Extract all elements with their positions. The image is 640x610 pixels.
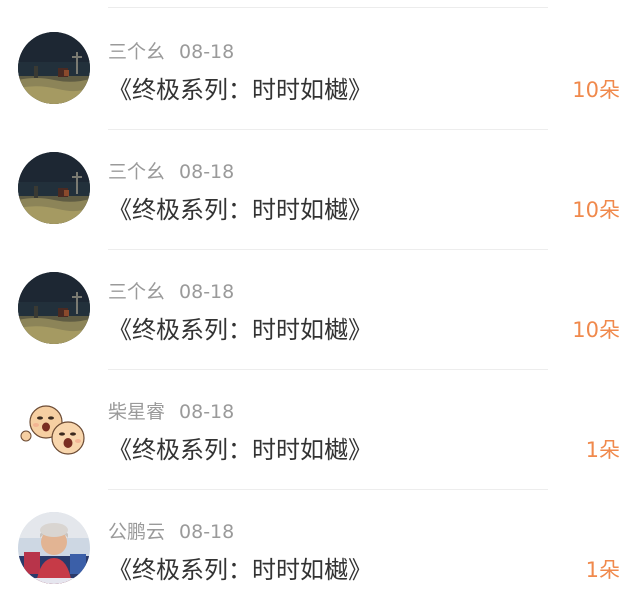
dark-scene-avatar[interactable] <box>18 272 90 344</box>
comment-meta: 公鹏云 08-18 <box>108 518 234 546</box>
username[interactable]: 三个幺 <box>108 41 165 63</box>
comment-date: 08-18 <box>179 521 235 543</box>
comment-date: 08-18 <box>179 401 235 423</box>
username[interactable]: 柴星睿 <box>108 401 165 423</box>
top-divider <box>108 7 548 8</box>
username[interactable]: 三个幺 <box>108 161 165 183</box>
comment-row[interactable]: 公鹏云 08-18 《终极系列：时时如樾》 1朵 <box>0 490 640 610</box>
comment-date: 08-18 <box>179 41 235 63</box>
comment-meta: 三个幺 08-18 <box>108 278 234 306</box>
dark-scene-avatar[interactable] <box>18 152 90 224</box>
comment-meta: 三个幺 08-18 <box>108 38 234 66</box>
comment-text: 《终极系列：时时如樾》 <box>108 556 372 584</box>
comment-list: 三个幺 08-18 《终极系列：时时如樾》 10朵 三个幺 08-18 《终极系… <box>0 10 640 610</box>
cartoon-faces-avatar[interactable] <box>18 392 90 464</box>
flower-count: 1朵 <box>585 438 620 462</box>
dark-scene-avatar[interactable] <box>18 32 90 104</box>
comment-meta: 三个幺 08-18 <box>108 158 234 186</box>
username[interactable]: 三个幺 <box>108 281 165 303</box>
comment-date: 08-18 <box>179 281 235 303</box>
flower-count: 10朵 <box>572 318 620 342</box>
comment-row[interactable]: 三个幺 08-18 《终极系列：时时如樾》 10朵 <box>0 250 640 370</box>
comment-text: 《终极系列：时时如樾》 <box>108 76 372 104</box>
flower-count: 1朵 <box>585 558 620 582</box>
flower-count: 10朵 <box>572 198 620 222</box>
comment-text: 《终极系列：时时如樾》 <box>108 316 372 344</box>
flower-count: 10朵 <box>572 78 620 102</box>
username[interactable]: 公鹏云 <box>108 521 165 543</box>
comment-row[interactable]: 三个幺 08-18 《终极系列：时时如樾》 10朵 <box>0 130 640 250</box>
comment-row[interactable]: 柴星睿 08-18 《终极系列：时时如樾》 1朵 <box>0 370 640 490</box>
portrait-photo-avatar[interactable] <box>18 512 90 584</box>
comment-row[interactable]: 三个幺 08-18 《终极系列：时时如樾》 10朵 <box>0 10 640 130</box>
comment-text: 《终极系列：时时如樾》 <box>108 196 372 224</box>
comment-meta: 柴星睿 08-18 <box>108 398 234 426</box>
comment-text: 《终极系列：时时如樾》 <box>108 436 372 464</box>
comment-date: 08-18 <box>179 161 235 183</box>
